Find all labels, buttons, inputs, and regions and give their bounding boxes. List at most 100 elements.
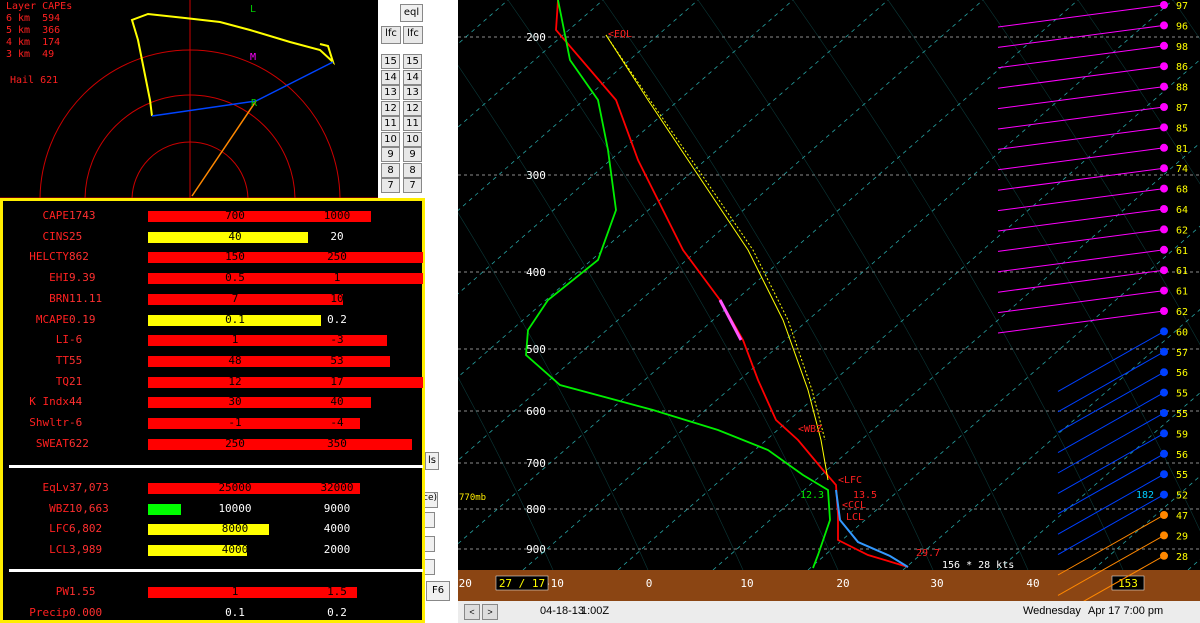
level-left-button[interactable]: 12 (381, 100, 400, 116)
pressure-label: 200 (526, 31, 546, 44)
threshold-2: 350 (327, 436, 347, 450)
index-label: EHI (49, 271, 69, 285)
level-left-button[interactable]: 13 (381, 85, 400, 100)
level-left-button[interactable]: 7 (381, 178, 400, 193)
wind-barb-line (997, 106, 1165, 130)
threshold-2: 10 (330, 291, 344, 305)
level-right-button[interactable]: 8 (403, 162, 422, 178)
level-right-button[interactable]: 13 (403, 85, 422, 100)
isotherm-line (458, 0, 699, 211)
wind-barb-dot (1160, 511, 1168, 519)
index-value: 11.11 (69, 291, 103, 305)
level-right-button[interactable]: 11 (403, 116, 422, 131)
threshold-2: 17 (330, 374, 344, 388)
index-label: MCAPE (35, 312, 69, 326)
status-day: Wednesday (1023, 605, 1081, 617)
threshold-2: -4 (330, 416, 344, 429)
index-row: BRN 11.11 7 10 (3, 290, 423, 308)
isotherm-line (458, 0, 794, 295)
threshold-2: 2000 (323, 542, 351, 556)
threshold-1: 1 (231, 333, 239, 347)
hodo-label-r: R (251, 98, 258, 109)
isotherm-line (458, 0, 889, 378)
index-value: 6,802 (69, 522, 103, 535)
index-bar (148, 293, 343, 305)
wind-barb-line (1057, 330, 1165, 392)
surface-wind: 156 * 28 kts (942, 560, 1014, 571)
wind-barb-line (997, 249, 1165, 273)
wind-barb-dot (1160, 327, 1168, 336)
lfc-button-left[interactable]: lfc (381, 26, 401, 44)
level-marker-lcl: LCL (846, 512, 864, 523)
eql-button[interactable]: eql (400, 4, 423, 22)
index-value: 0.19 (69, 312, 96, 326)
wind-barb-dot (1160, 429, 1168, 438)
threshold-2: 1.5 (327, 585, 347, 598)
level-left-button[interactable]: 8 (381, 162, 400, 178)
pressure-label: 500 (526, 343, 546, 356)
wind-speed-label: 87 (1176, 103, 1188, 114)
index-row: HELCTY 862 150 250 (3, 248, 423, 266)
wind-barb-line (997, 310, 1165, 334)
ls-button[interactable]: ls (425, 452, 439, 470)
index-value: 37,073 (69, 481, 109, 494)
level-right-button[interactable]: 15 (403, 54, 422, 69)
level-left-button[interactable]: 10 (381, 131, 400, 147)
wind-barb-dot (1160, 21, 1168, 30)
wind-speed-label: 86 (1176, 62, 1188, 73)
index-value: 21 (69, 374, 83, 388)
wind-barb-dot (1160, 123, 1168, 132)
dry-adiabat (602, 0, 934, 571)
threshold-1: 150 (225, 250, 245, 264)
prev-button[interactable]: < (464, 604, 480, 620)
threshold-1: 12 (228, 374, 242, 388)
index-row: LI -6 1 -3 (3, 331, 423, 349)
next-button[interactable]: > (482, 604, 498, 620)
threshold-2: 0.2 (327, 606, 347, 619)
isotherm-line (1187, 558, 1200, 571)
wind-barb-line (997, 24, 1165, 48)
index-label: LCL (49, 542, 69, 556)
threshold-1: 0.5 (225, 271, 245, 285)
temp-13-5: 13.5 (853, 490, 877, 501)
index-row: Precip 0.000 0.1 0.2 (3, 604, 423, 622)
level-right-button[interactable]: 14 (403, 69, 422, 85)
wind-speed-label: 74 (1176, 164, 1188, 175)
dry-adiabat (458, 376, 554, 571)
threshold-1: 30 (228, 395, 242, 409)
wind-speed-label: 61 (1176, 287, 1188, 298)
level-marker-eql: <EQL (608, 29, 632, 40)
wind-speed-label: 57 (1176, 348, 1188, 359)
skew-t-diagram: 200300400500600700800900-20-100102030402… (458, 0, 1200, 623)
index-bar (148, 438, 412, 450)
threshold-1: 1 (231, 585, 239, 598)
index-row: K Indx 44 30 40 (3, 393, 423, 411)
threshold-1: 0.1 (225, 312, 245, 326)
level-left-button[interactable]: 9 (381, 147, 400, 162)
index-label: HELCTY (29, 250, 69, 264)
dry-adiabat (887, 0, 1200, 532)
f6-button[interactable]: F6 (426, 581, 450, 601)
lfc-button-right[interactable]: lfc (403, 26, 423, 44)
wind-barb-line (997, 4, 1165, 28)
index-label: K Indx (29, 395, 69, 409)
layer-cape-6km: 6 km 594 (6, 13, 61, 24)
level-left-button[interactable]: 11 (381, 116, 400, 131)
wind-barb-line (997, 269, 1165, 293)
level-right-button[interactable]: 7 (403, 178, 422, 193)
threshold-1: 4000 (221, 542, 249, 556)
wind-speed-label: 62 (1176, 225, 1188, 236)
index-value: 10,663 (69, 501, 109, 515)
level-right-button[interactable]: 9 (403, 147, 422, 162)
threshold-2: 9000 (323, 501, 351, 515)
level-right-button[interactable]: 12 (403, 100, 422, 116)
separator-2 (9, 569, 423, 572)
wind-barb-dot (1160, 62, 1168, 71)
index-row: TT 55 48 53 (3, 352, 423, 370)
wind-barb-dot (1160, 490, 1168, 499)
index-bar (148, 503, 181, 515)
level-left-button[interactable]: 14 (381, 69, 400, 85)
level-left-button[interactable]: 15 (381, 54, 400, 69)
temperature-label: 30 (930, 577, 943, 590)
level-right-button[interactable]: 10 (403, 131, 422, 147)
